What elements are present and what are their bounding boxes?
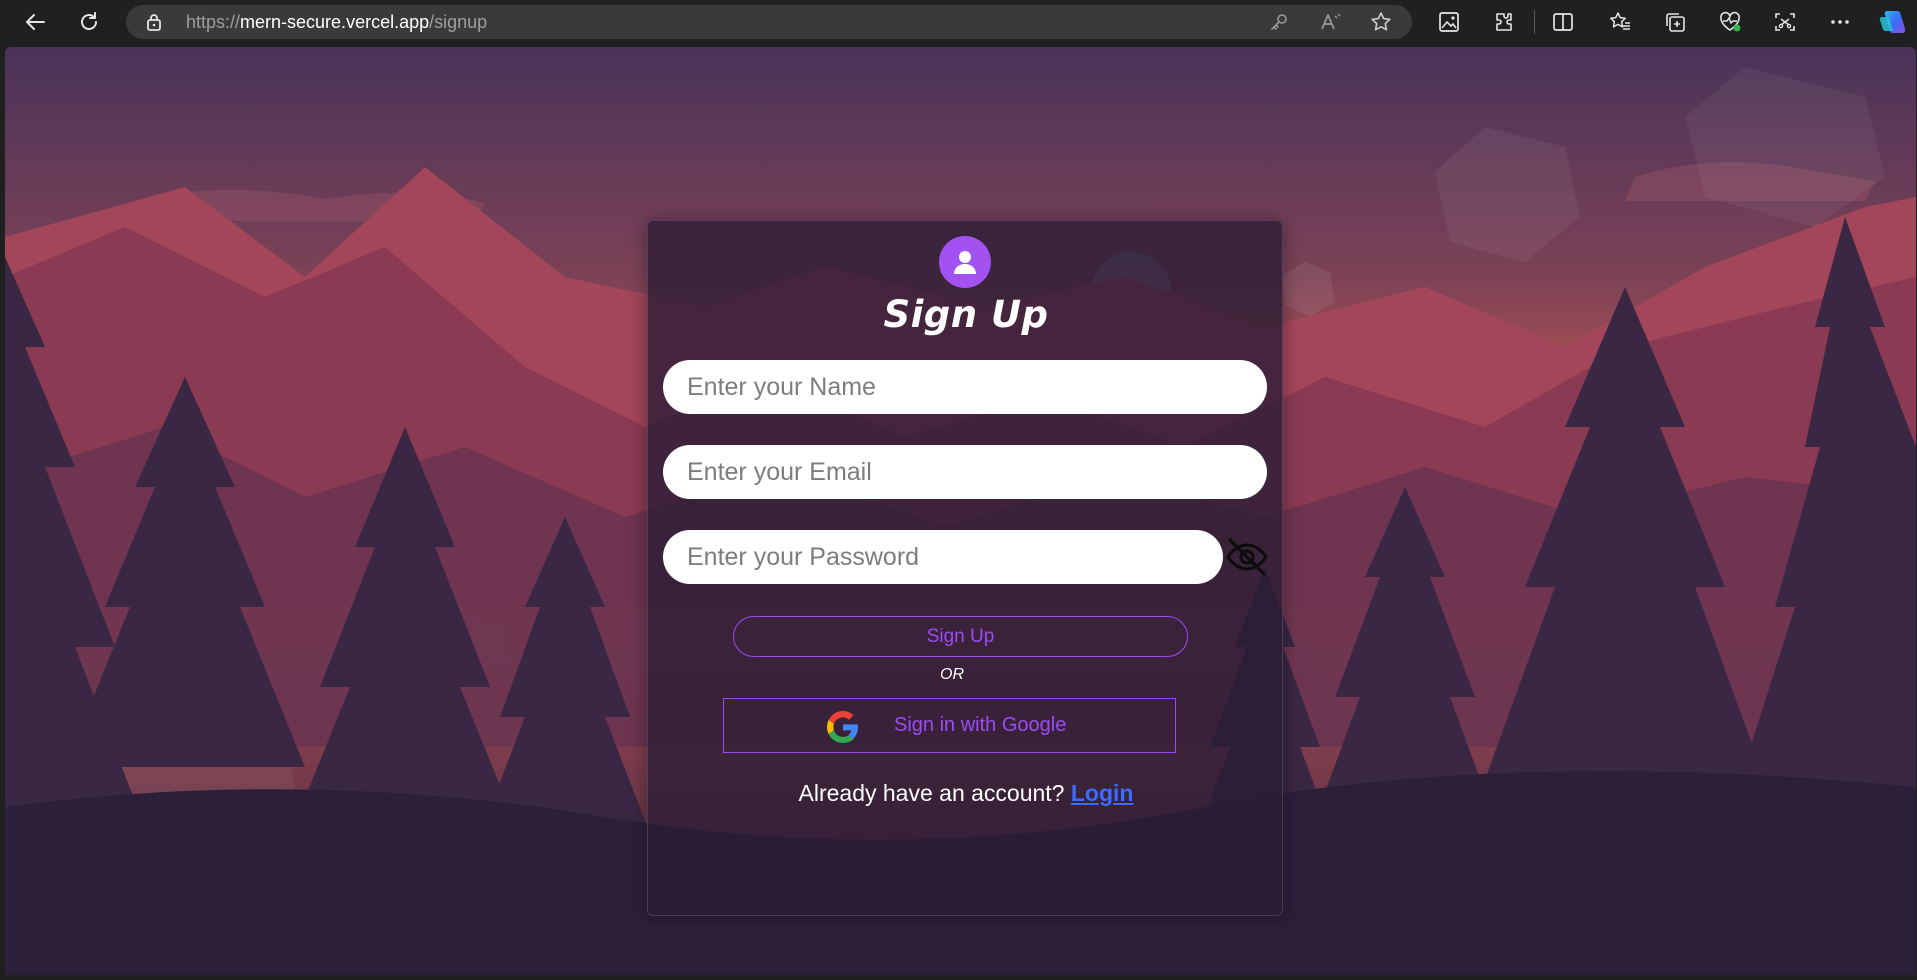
google-signin-button[interactable]: Sign in with Google [723, 698, 1176, 753]
name-input[interactable] [663, 360, 1267, 414]
address-bar[interactable]: https://mern-secure.vercel.app/signup [126, 5, 1412, 39]
screenshot-icon[interactable] [1769, 6, 1801, 38]
browser-essentials-icon[interactable] [1714, 6, 1746, 38]
more-icon[interactable] [1824, 6, 1856, 38]
favorites-icon[interactable] [1604, 6, 1636, 38]
extensions-icon[interactable] [1488, 6, 1520, 38]
url-scheme: https:// [186, 12, 241, 32]
toolbar-divider [1534, 10, 1535, 34]
user-avatar-icon [939, 236, 991, 288]
google-icon [827, 711, 858, 743]
google-button-label: Sign in with Google [894, 714, 1067, 736]
url-text: https://mern-secure.vercel.app/signup [186, 5, 487, 39]
email-input[interactable] [663, 445, 1267, 499]
or-divider: OR [940, 666, 964, 683]
split-screen-icon[interactable] [1547, 6, 1579, 38]
already-have-account-text: Already have an account? [798, 780, 1065, 806]
favorite-star-icon[interactable] [1370, 11, 1392, 37]
refresh-icon[interactable] [73, 6, 105, 38]
eye-off-icon[interactable] [1222, 532, 1272, 582]
browser-toolbar: https://mern-secure.vercel.app/signup [0, 0, 1917, 44]
signup-card: Sign Up Sign Up OR Sign in with Google A… [647, 220, 1283, 916]
password-input[interactable] [663, 530, 1223, 584]
url-host: mern-secure.vercel.app [240, 12, 430, 32]
url-path: /signup [429, 12, 488, 32]
key-icon[interactable] [1270, 13, 1288, 35]
collections-icon[interactable] [1659, 6, 1691, 38]
page-viewport: Sign Up Sign Up OR Sign in with Google A… [5, 47, 1916, 975]
signup-button[interactable]: Sign Up [733, 616, 1188, 657]
copilot-icon[interactable] [1877, 6, 1909, 38]
image-icon[interactable] [1433, 6, 1465, 38]
page-title: Sign Up [883, 293, 1049, 336]
login-link[interactable]: Login [1071, 780, 1134, 806]
lock-icon[interactable] [146, 13, 162, 35]
login-prompt: Already have an account? Login [648, 780, 1284, 807]
back-icon[interactable] [19, 6, 51, 38]
read-aloud-icon[interactable] [1320, 12, 1342, 36]
